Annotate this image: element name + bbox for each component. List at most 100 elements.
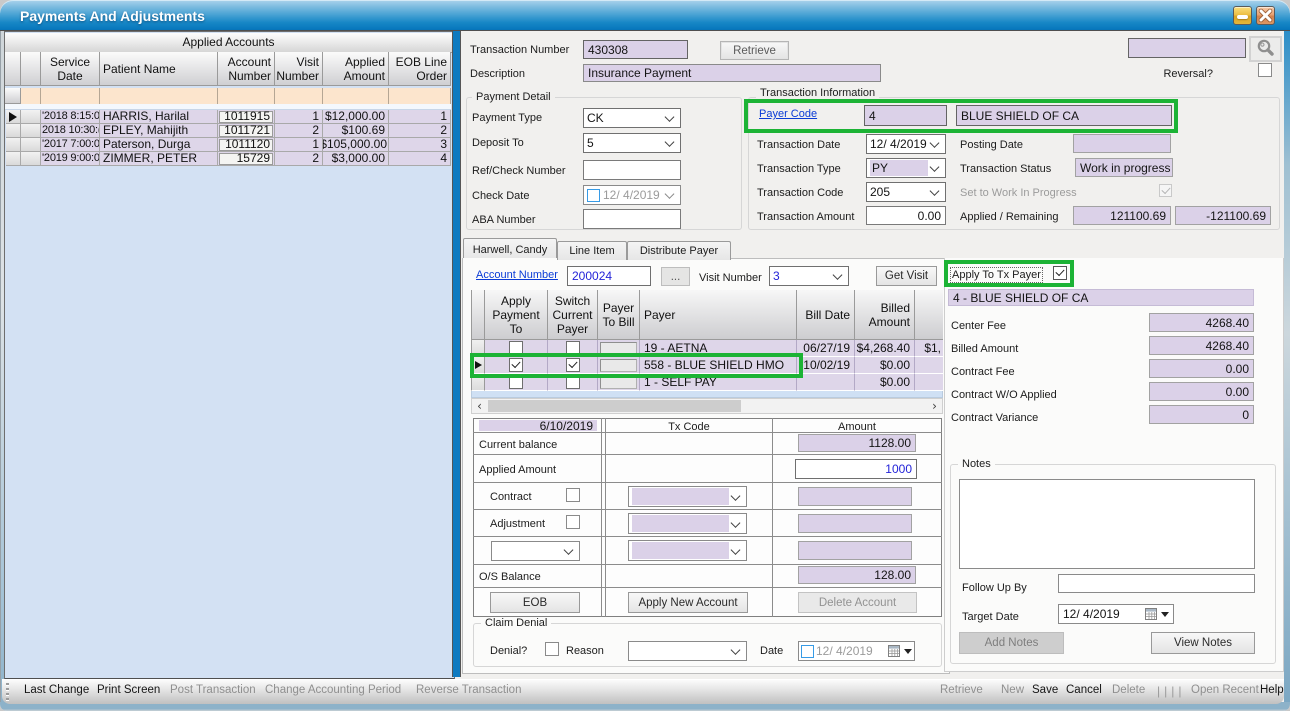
statusbar-cancel[interactable]: Cancel [1066,684,1102,696]
get-visit-button[interactable]: Get Visit [876,266,937,286]
applied-amount-field[interactable]: 1000 [795,459,917,479]
deposit-to-combo[interactable]: 5 [583,133,681,153]
column-header-eob-line-order[interactable]: EOB Line Order [389,52,451,86]
cell-applied-amount-3[interactable]: $3,000.00 [323,152,389,166]
column-header-applied-amount[interactable]: Applied Amount [323,52,389,86]
denial-date-picker[interactable]: 12/ 4/2019 [798,641,915,661]
apply-new-account-button[interactable]: Apply New Account [628,592,748,613]
retrieve-button[interactable]: Retrieve [720,41,789,60]
check-date-checkbox[interactable] [587,189,600,202]
cell-eob-3[interactable]: 4 [389,152,451,166]
clipped-cell-1[interactable] [915,357,943,374]
extra-combo[interactable] [628,540,747,561]
cell-eob-2[interactable]: 3 [389,138,451,152]
clipped-cell-2[interactable] [915,374,943,391]
tab-distribute-payer[interactable]: Distribute Payer [627,241,731,260]
tab-line-item[interactable]: Line Item [557,241,627,260]
reversal-checkbox[interactable] [1258,63,1272,77]
transaction-date-combo[interactable]: 12/ 4/2019 [866,134,946,154]
scroll-left-arrow[interactable]: ‹ [472,399,487,413]
transaction-number-field[interactable]: 430308 [583,40,688,59]
statusbar-retrieve[interactable]: Retrieve [940,684,983,696]
statusbar-open-recent[interactable]: Open Recent [1191,684,1259,696]
statusbar-help[interactable]: Help [1260,684,1284,696]
contract-checkbox[interactable] [566,488,580,502]
title-bar[interactable]: Payments And Adjustments [0,0,1290,31]
follow-up-by-field[interactable] [1058,574,1255,593]
row-selector-0[interactable] [6,110,21,124]
cell-service-date-1[interactable]: 2018 10:30:( [41,124,100,138]
statusbar-new[interactable]: New [1001,684,1024,696]
cell-account-number-2[interactable]: 1011120 [218,138,275,152]
payer-col-apply[interactable]: Apply Payment To [485,290,548,340]
row-selector-1[interactable] [6,124,21,138]
statusbar-save[interactable]: Save [1032,684,1058,696]
filter-cell-service-date[interactable] [41,88,100,104]
transaction-code-combo[interactable]: 205 [866,182,946,202]
adjustment-combo[interactable] [628,513,747,534]
scrollbar-thumb[interactable] [488,400,741,412]
cell-service-date-3[interactable]: '2019 9:00:0 [41,152,100,166]
cell-visit-number-0[interactable]: 1 [275,110,323,124]
cell-applied-amount-1[interactable]: $100.69 [323,124,389,138]
billed-amount-cell-0[interactable]: $4,268.40 [855,340,915,357]
cell-applied-amount-0[interactable]: $12,000.00 [323,110,389,124]
statusbar-delete[interactable]: Delete [1112,684,1145,696]
statusbar-last-change[interactable]: Last Change [24,684,89,696]
toolbar-grip[interactable] [6,683,9,701]
cell-patient-name-1[interactable]: EPLEY, Mahijith [100,124,218,138]
check-date-picker[interactable]: 12/ 4/2019 [583,185,681,205]
account-number-link[interactable]: Account Number [476,269,558,281]
payer-col-payer-to-bill[interactable]: Payer To Bill [598,290,640,340]
payer-grid-scrollbar[interactable]: ‹ › [471,398,943,414]
row-selector-3[interactable] [6,152,21,166]
filter-cell-account-number[interactable] [218,88,275,104]
eob-button[interactable]: EOB [490,592,580,613]
filter-cell[interactable] [21,88,41,104]
scroll-right-arrow[interactable]: › [927,399,942,413]
cell-visit-number-2[interactable]: 1 [275,138,323,152]
column-header-service-date[interactable]: Service Date [41,52,100,86]
minimize-button[interactable] [1233,6,1252,25]
cell-service-date-0[interactable]: '2018 8:15:0 [41,110,100,124]
statusbar-print-screen[interactable]: Print Screen [97,684,160,696]
column-header-account-number[interactable]: Account Number [218,52,275,86]
payer-col-billed-amount[interactable]: Billed Amount [855,290,915,340]
adjustment-checkbox[interactable] [566,515,580,529]
search-field[interactable] [1128,38,1246,58]
cell-service-date-2[interactable]: '2017 7:00:0 [41,138,100,152]
cell-patient-name-0[interactable]: HARRIS, Harilal [100,110,218,124]
add-notes-button[interactable]: Add Notes [959,632,1064,654]
column-header-visit-number[interactable]: Visit Number [275,52,323,86]
contract-combo[interactable] [628,486,747,507]
contract-amount-field[interactable] [798,487,912,506]
filter-cell-eob[interactable] [389,88,451,104]
payer-col-bill-date[interactable]: Bill Date [797,290,855,340]
view-notes-button[interactable]: View Notes [1151,632,1255,654]
statusbar-reverse-transaction[interactable]: Reverse Transaction [416,684,521,696]
column-header-patient-name[interactable]: Patient Name [100,52,218,86]
payer-col-payer[interactable]: Payer [640,290,797,340]
billed-amount-cell-2[interactable]: $0.00 [855,374,915,391]
cell-patient-name-3[interactable]: ZIMMER, PETER [100,152,218,166]
clipped-cell-0[interactable]: $1, [915,340,943,357]
ellipsis-button[interactable]: ... [661,267,690,286]
transaction-amount-field[interactable]: 0.00 [866,206,946,225]
visit-number-combo[interactable]: 3 [769,266,849,286]
notes-textarea[interactable] [959,479,1255,569]
extra-type-combo[interactable] [491,541,580,561]
payment-type-combo[interactable]: CK [583,108,681,128]
cell-account-number-1[interactable]: 1011721 [218,124,275,138]
reason-combo[interactable] [628,641,747,661]
cell-eob-0[interactable]: 1 [389,110,451,124]
statusbar-post-transaction[interactable]: Post Transaction [170,684,256,696]
payer-col-switch[interactable]: Switch Current Payer [548,290,598,340]
denial-date-checkbox[interactable] [801,645,814,658]
cell-visit-number-3[interactable]: 2 [275,152,323,166]
cell-eob-1[interactable]: 2 [389,124,451,138]
ref-check-number-field[interactable] [583,160,681,180]
bill-date-cell-1[interactable]: 10/02/19 [797,357,855,374]
extra-amount-field[interactable] [798,541,912,560]
delete-account-button[interactable]: Delete Account [798,592,917,613]
filter-cell-patient-name[interactable] [100,88,218,104]
